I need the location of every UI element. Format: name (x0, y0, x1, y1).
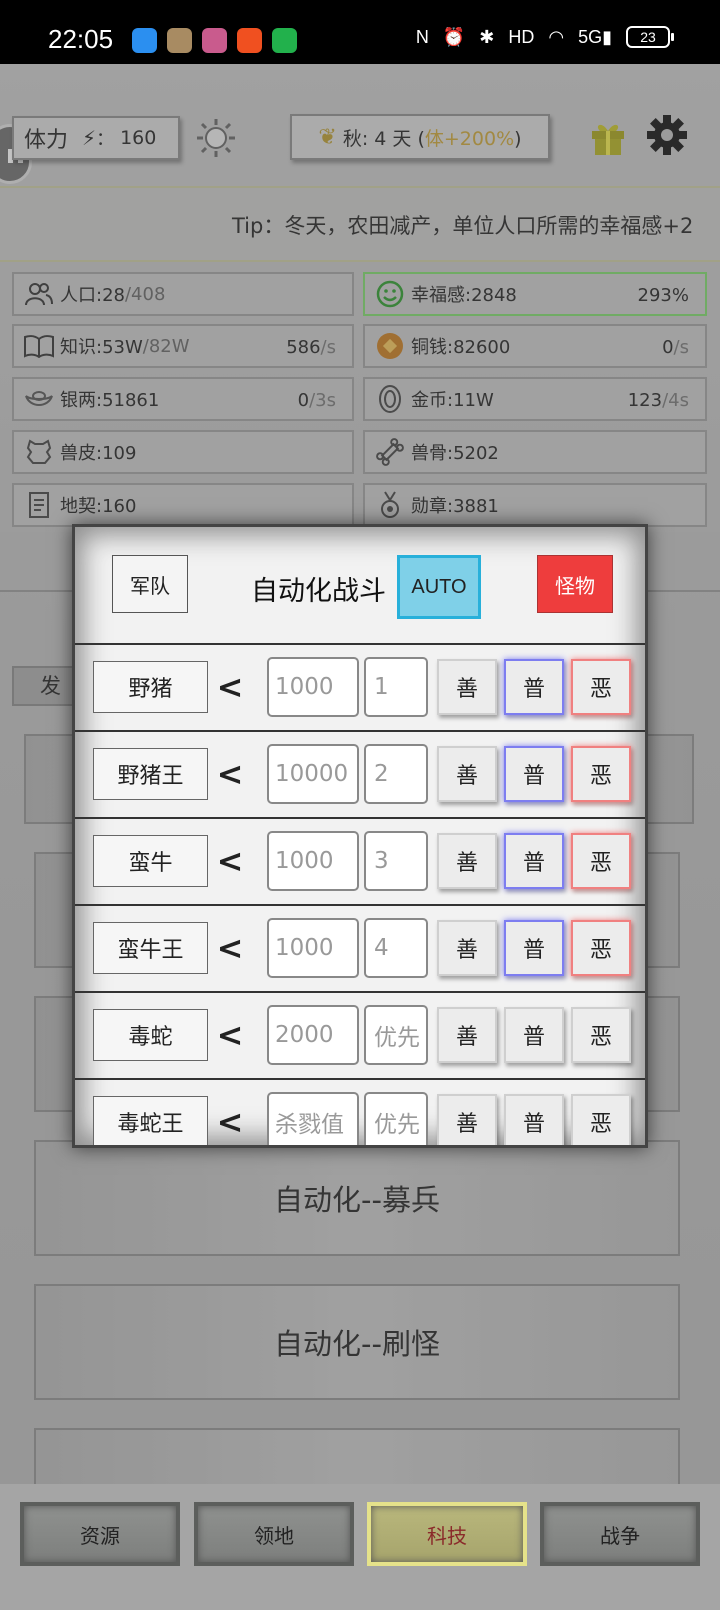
nav-resources[interactable]: 资源 (20, 1502, 180, 1566)
compare-symbol: < (216, 668, 244, 706)
priority-input[interactable]: 4 (364, 918, 428, 978)
monster-button[interactable]: 怪物 (537, 555, 613, 613)
nav-territory[interactable]: 领地 (194, 1502, 354, 1566)
monster-name[interactable]: 蛮牛王 (93, 922, 208, 974)
choice-normal-button[interactable]: 普 (504, 659, 564, 715)
threshold-input[interactable]: 1000 (267, 657, 359, 717)
army-button[interactable]: 军队 (112, 555, 188, 613)
status-bar: 22:05 N ⏰ ✱ HD ◠ 5G▮ 23 (0, 0, 720, 64)
anime-app-icon (202, 28, 227, 53)
clock: 22:05 (48, 24, 114, 54)
choice-normal-button[interactable]: 普 (504, 1007, 564, 1063)
choice-good-button[interactable]: 善 (437, 833, 497, 889)
threshold-input[interactable]: 杀戮值 (267, 1092, 359, 1145)
monster-name[interactable]: 野猪 (93, 661, 208, 713)
notification-icons (132, 28, 297, 53)
signal-icon: 5G▮ (578, 26, 612, 47)
threshold-input[interactable]: 1000 (267, 918, 359, 978)
auto-toggle-button[interactable]: AUTO (397, 555, 481, 619)
choice-evil-button[interactable]: 恶 (571, 833, 631, 889)
auto-battle-dialog: 军队 自动化战斗 AUTO 怪物 野猪 < 1000 1 善 普 恶 野猪王 <… (72, 524, 648, 1148)
monster-rule-row: 蛮牛 < 1000 3 善 普 恶 (75, 817, 645, 904)
choice-normal-button[interactable]: 普 (504, 1094, 564, 1145)
threshold-input[interactable]: 2000 (267, 1005, 359, 1065)
bottom-nav: 资源 领地 科技 战争 (0, 1484, 720, 1610)
choice-good-button[interactable]: 善 (437, 659, 497, 715)
choice-normal-button[interactable]: 普 (504, 833, 564, 889)
listen-app-icon (237, 28, 262, 53)
choice-evil-button[interactable]: 恶 (571, 1094, 631, 1145)
monster-name[interactable]: 毒蛇王 (93, 1096, 208, 1145)
monster-name[interactable]: 野猪王 (93, 748, 208, 800)
nav-war[interactable]: 战争 (540, 1502, 700, 1566)
message-app-icon (272, 28, 297, 53)
wifi-icon: ◠ (548, 26, 565, 47)
compare-symbol: < (216, 1016, 244, 1054)
monster-rule-row: 蛮牛王 < 1000 4 善 普 恶 (75, 904, 645, 991)
threshold-input[interactable]: 10000 (267, 744, 359, 804)
compare-symbol: < (216, 842, 244, 880)
nfc-icon: N (415, 26, 429, 47)
choice-normal-button[interactable]: 普 (504, 746, 564, 802)
monster-name[interactable]: 毒蛇 (93, 1009, 208, 1061)
threshold-input[interactable]: 1000 (267, 831, 359, 891)
monster-rule-row: 毒蛇王 < 杀戮值 优先 善 普 恶 (75, 1078, 645, 1145)
hd-icon: HD (508, 26, 535, 47)
choice-evil-button[interactable]: 恶 (571, 1007, 631, 1063)
choice-evil-button[interactable]: 恶 (571, 920, 631, 976)
compare-symbol: < (216, 1103, 244, 1141)
priority-input[interactable]: 2 (364, 744, 428, 804)
monster-rule-list: 野猪 < 1000 1 善 普 恶 野猪王 < 10000 2 善 普 恶 蛮牛… (75, 643, 645, 1145)
bluetooth-icon: ✱ (479, 26, 495, 47)
monster-rule-row: 野猪 < 1000 1 善 普 恶 (75, 643, 645, 730)
dialog-title: 自动化战斗 (251, 576, 386, 607)
compare-symbol: < (216, 755, 244, 793)
choice-evil-button[interactable]: 恶 (571, 659, 631, 715)
priority-input[interactable]: 优先 (364, 1092, 428, 1145)
game-app-icon (167, 28, 192, 53)
weather-app-icon (132, 28, 157, 53)
priority-input[interactable]: 1 (364, 657, 428, 717)
alarm-icon: ⏰ (442, 26, 466, 47)
battery-icon: 23 (626, 26, 674, 48)
choice-good-button[interactable]: 善 (437, 920, 497, 976)
compare-symbol: < (216, 929, 244, 967)
monster-rule-row: 毒蛇 < 2000 优先 善 普 恶 (75, 991, 645, 1078)
nav-technology[interactable]: 科技 (367, 1502, 527, 1566)
choice-evil-button[interactable]: 恶 (571, 746, 631, 802)
priority-input[interactable]: 优先 (364, 1005, 428, 1065)
monster-name[interactable]: 蛮牛 (93, 835, 208, 887)
choice-good-button[interactable]: 善 (437, 1094, 497, 1145)
choice-good-button[interactable]: 善 (437, 746, 497, 802)
choice-good-button[interactable]: 善 (437, 1007, 497, 1063)
priority-input[interactable]: 3 (364, 831, 428, 891)
choice-normal-button[interactable]: 普 (504, 920, 564, 976)
monster-rule-row: 野猪王 < 10000 2 善 普 恶 (75, 730, 645, 817)
system-icons: N ⏰ ✱ HD ◠ 5G▮ 23 (415, 26, 674, 48)
